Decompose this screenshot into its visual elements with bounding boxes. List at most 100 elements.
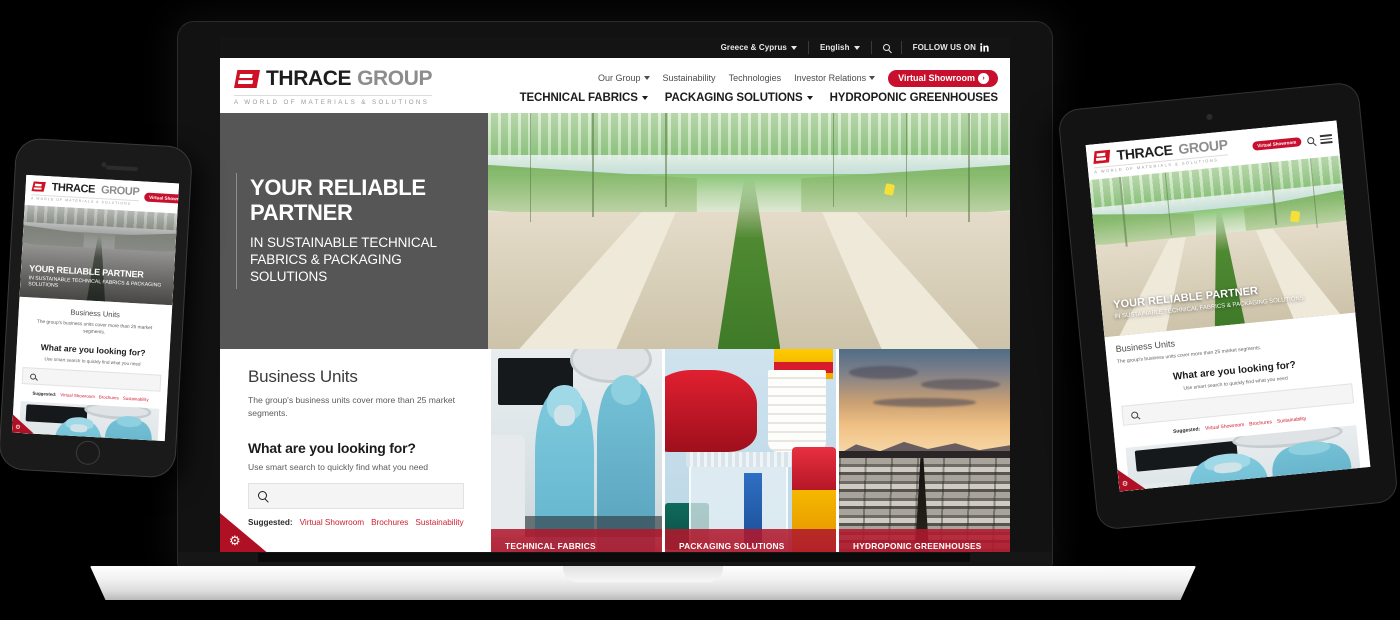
thrace-mark-icon (1092, 149, 1111, 164)
suggested-label: Suggested: (32, 390, 57, 398)
gear-icon: ⚙ (229, 533, 241, 548)
tablet-screen: THRACE GROUP A WORLD OF MATERIALS & SOLU… (1085, 120, 1371, 492)
tile-label: PACKAGING SOLUTIONS (679, 541, 785, 551)
suggested-links: Suggested: Virtual Showroom Brochures Su… (248, 518, 464, 527)
suggested-label: Suggested: (248, 517, 293, 527)
brand-logo[interactable]: THRACE GROUP A WORLD OF MATERIALS & SOLU… (30, 180, 140, 207)
brand-logo[interactable]: THRACE GROUP A WORLD OF MATERIALS & SOLU… (234, 67, 433, 106)
nav-item-technical-fabrics[interactable]: TECHNICAL FABRICS (520, 92, 648, 104)
suggested-link-virtual-showroom[interactable]: Virtual Showroom (1205, 422, 1245, 432)
gear-icon: ⚙ (15, 424, 21, 431)
hamburger-menu-icon[interactable] (1319, 134, 1333, 144)
laptop-base (90, 566, 1196, 600)
business-units-description: The group's business units cover more th… (36, 319, 153, 336)
nav-item-investor-relations[interactable]: Investor Relations (794, 73, 876, 83)
logo-text-group: GROUP (100, 184, 140, 199)
nav-label: Our Group (598, 73, 641, 83)
search-icon (1130, 410, 1141, 420)
logo-text-group: GROUP (357, 67, 433, 90)
nav-item-our-group[interactable]: Our Group (598, 73, 650, 83)
logo-text-thrace: THRACE (266, 67, 352, 90)
tile-hydroponic-greenhouses[interactable]: HYDROPONIC GREENHOUSES (839, 349, 1010, 555)
search-heading: What are you looking for? (248, 439, 416, 456)
thrace-mark-icon (234, 70, 260, 88)
nav-label: Technologies (728, 73, 782, 83)
hero-image (488, 113, 1010, 349)
tablet-device: THRACE GROUP A WORLD OF MATERIALS & SOLU… (1058, 82, 1398, 530)
mobile-body-content: Business Units The group's business unit… (12, 297, 172, 442)
laptop-device: Greece & Cyprus English FOLLOW US ON THR… (178, 22, 1052, 567)
greenhouse-roofs-photo (839, 349, 1010, 555)
language-label: English (819, 43, 850, 52)
search-toggle[interactable] (872, 41, 902, 54)
language-selector[interactable]: English (809, 41, 872, 54)
tile-packaging-solutions[interactable]: PACKAGING SOLUTIONS (665, 349, 836, 555)
search-input[interactable] (274, 490, 454, 501)
nav-item-packaging-solutions[interactable]: PACKAGING SOLUTIONS (665, 92, 813, 104)
suggested-link-virtual-showroom[interactable]: Virtual Showroom (60, 393, 95, 400)
search-icon (882, 44, 892, 54)
suggested-link-brochures[interactable]: Brochures (371, 518, 408, 527)
chevron-down-icon (869, 76, 876, 80)
primary-nav: Our Group Sustainability Technologies In… (598, 69, 998, 87)
chevron-down-icon (790, 45, 797, 50)
hero-subheadline: IN SUSTAINABLE TECHNICAL FABRICS & PACKA… (250, 235, 437, 285)
virtual-showroom-button[interactable]: Virtual Showroom (143, 192, 180, 204)
chevron-down-icon (641, 95, 648, 100)
smart-search-box[interactable] (21, 367, 162, 393)
hero-headline-line1: YOUR RELIABLE (250, 175, 426, 201)
suggested-link-virtual-showroom[interactable]: Virtual Showroom (300, 518, 364, 527)
chevron-down-icon (853, 45, 860, 50)
tablet-body-content: Business Units The group's business unit… (1104, 313, 1370, 492)
mobile-hero: YOUR RELIABLE PARTNER IN SUSTAINABLE TEC… (19, 204, 178, 306)
medical-photo (491, 349, 662, 555)
business-units-section: Business Units The group's business unit… (220, 349, 1010, 555)
logo-row: THRACE GROUP (234, 67, 433, 91)
suggested-link-sustainability[interactable]: Sustainability (415, 518, 463, 527)
chevron-right-icon: › (978, 72, 989, 84)
phone-screen: THRACE GROUP A WORLD OF MATERIALS & SOLU… (11, 174, 180, 442)
suggested-link-sustainability[interactable]: Sustainability (123, 396, 149, 402)
suggested-link-brochures[interactable]: Brochures (1249, 419, 1272, 427)
hero-headline: YOUR RELIABLE PARTNER (250, 175, 466, 225)
virtual-showroom-button[interactable]: Virtual Showroom › (888, 69, 998, 87)
suggested-link-sustainability[interactable]: Sustainability (1277, 416, 1307, 425)
chevron-down-icon (806, 95, 813, 100)
hero-divider (236, 173, 237, 289)
secondary-nav: TECHNICAL FABRICS PACKAGING SOLUTIONS HY… (520, 92, 999, 104)
search-icon (258, 491, 269, 503)
laptop-notch (563, 566, 723, 582)
nav-item-sustainability[interactable]: Sustainability (663, 73, 716, 83)
packaging-photo (665, 349, 836, 555)
tablet-hero: YOUR RELIABLE PARTNER IN SUSTAINABLE TEC… (1089, 155, 1356, 338)
suggested-label: Suggested: (1172, 426, 1201, 435)
website-desktop: Greece & Cyprus English FOLLOW US ON THR… (220, 37, 1010, 555)
nav-item-hydroponic-greenhouses[interactable]: HYDROPONIC GREENHOUSES (830, 92, 999, 104)
business-units-text: Business Units The group's business unit… (220, 349, 488, 555)
brand-tagline: A WORLD OF MATERIALS & SOLUTIONS (234, 95, 433, 106)
hero-section: YOUR RELIABLE PARTNER IN SUSTAINABLE TEC… (220, 113, 1010, 349)
gear-icon: ⚙ (1121, 480, 1129, 489)
search-icon[interactable] (1306, 136, 1317, 146)
greenhouse-photo (488, 113, 1010, 349)
smart-search-box[interactable] (248, 482, 464, 509)
business-units-description: The group's business units cover more th… (248, 395, 456, 418)
suggested-link-brochures[interactable]: Brochures (99, 395, 119, 401)
hero-text-panel: YOUR RELIABLE PARTNER IN SUSTAINABLE TEC… (220, 113, 488, 349)
laptop-screen: Greece & Cyprus English FOLLOW US ON THR… (220, 37, 1010, 555)
search-subtitle: Use smart search to quickly find what yo… (248, 461, 429, 472)
region-selector[interactable]: Greece & Cyprus (710, 41, 809, 54)
mobile-header-actions: Virtual Showroom (143, 192, 180, 205)
phone-device: THRACE GROUP A WORLD OF MATERIALS & SOLU… (0, 138, 193, 478)
nav-label: Sustainability (662, 73, 716, 83)
thrace-mark-icon (31, 181, 46, 192)
linkedin-icon[interactable] (980, 43, 989, 52)
virtual-showroom-button[interactable]: Virtual Showroom (1251, 137, 1302, 151)
nav-item-technologies[interactable]: Technologies (729, 73, 782, 83)
follow-us[interactable]: FOLLOW US ON (902, 41, 1000, 54)
chevron-down-icon (643, 76, 650, 80)
follow-label: FOLLOW US ON (912, 43, 976, 52)
tile-technical-fabrics[interactable]: TECHNICAL FABRICS (491, 349, 662, 555)
nav-label: PACKAGING SOLUTIONS (664, 91, 803, 104)
region-label: Greece & Cyprus (720, 43, 787, 52)
